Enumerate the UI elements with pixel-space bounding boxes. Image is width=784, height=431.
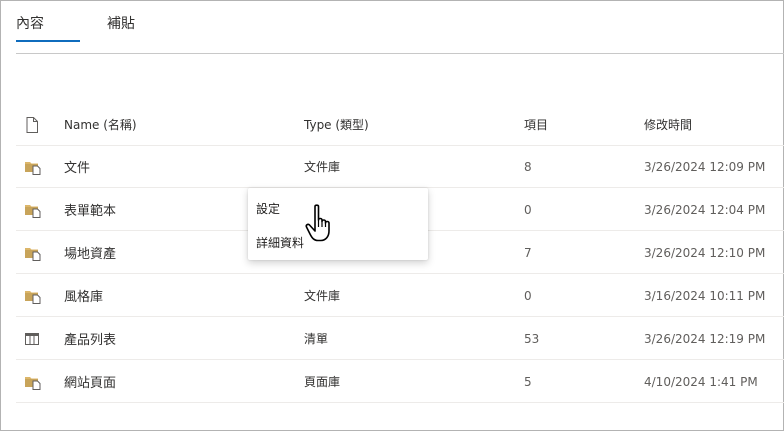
row-items: 7 (524, 245, 532, 260)
row-name[interactable]: 表單範本 (64, 189, 116, 230)
row-items: 0 (524, 288, 532, 303)
file-type-header-icon[interactable] (24, 104, 48, 145)
row-modified: 3/26/2024 12:10 PM (644, 245, 766, 260)
table-row[interactable]: 產品列表 清單 53 3/26/2024 12:19 PM (16, 318, 784, 360)
row-name[interactable]: 文件 (64, 146, 90, 187)
row-items: 8 (524, 159, 532, 174)
table-header: Name (名稱) Type (類型) 項目 修改時間 (16, 104, 784, 146)
hand-pointer-icon (305, 204, 330, 242)
row-name[interactable]: 風格庫 (64, 275, 103, 316)
row-name[interactable]: 產品列表 (64, 318, 116, 359)
table-row[interactable]: 網站頁面 頁面庫 5 4/10/2024 1:41 PM (16, 361, 784, 403)
row-name[interactable]: 網站頁面 (64, 361, 116, 402)
tab-subsidy[interactable]: 補貼 (107, 14, 135, 34)
document-library-icon (24, 361, 48, 402)
column-header-modified[interactable]: 修改時間 (644, 104, 692, 145)
table-row[interactable]: 風格庫 文件庫 0 3/16/2024 10:11 PM (16, 275, 784, 317)
column-header-type[interactable]: Type (類型) (304, 104, 369, 145)
document-library-icon (24, 232, 48, 273)
document-library-icon (24, 146, 48, 187)
row-type: 文件庫 (304, 160, 341, 174)
row-items: 5 (524, 374, 532, 389)
column-header-items[interactable]: 項目 (524, 104, 548, 145)
row-modified: 3/26/2024 12:04 PM (644, 202, 766, 217)
row-items: 0 (524, 202, 532, 217)
list-icon (24, 318, 48, 359)
tab-contents[interactable]: 內容 (16, 14, 44, 34)
menu-item-details[interactable]: 詳細資料 (256, 234, 304, 251)
row-type: 文件庫 (304, 289, 341, 303)
divider (16, 53, 784, 54)
menu-item-settings[interactable]: 設定 (256, 200, 280, 217)
row-modified: 4/10/2024 1:41 PM (644, 374, 758, 389)
active-tab-indicator (16, 40, 80, 42)
column-header-name[interactable]: Name (名稱) (64, 104, 137, 145)
row-modified: 3/26/2024 12:09 PM (644, 159, 766, 174)
document-library-icon (24, 189, 48, 230)
row-items: 53 (524, 331, 540, 346)
row-modified: 3/26/2024 12:19 PM (644, 331, 766, 346)
table-row[interactable]: 文件 文件庫 8 3/26/2024 12:09 PM (16, 146, 784, 188)
row-type: 清單 (304, 332, 329, 346)
row-modified: 3/16/2024 10:11 PM (644, 288, 766, 303)
document-library-icon (24, 275, 48, 316)
row-name[interactable]: 場地資產 (64, 232, 116, 273)
row-type: 頁面庫 (304, 375, 341, 389)
